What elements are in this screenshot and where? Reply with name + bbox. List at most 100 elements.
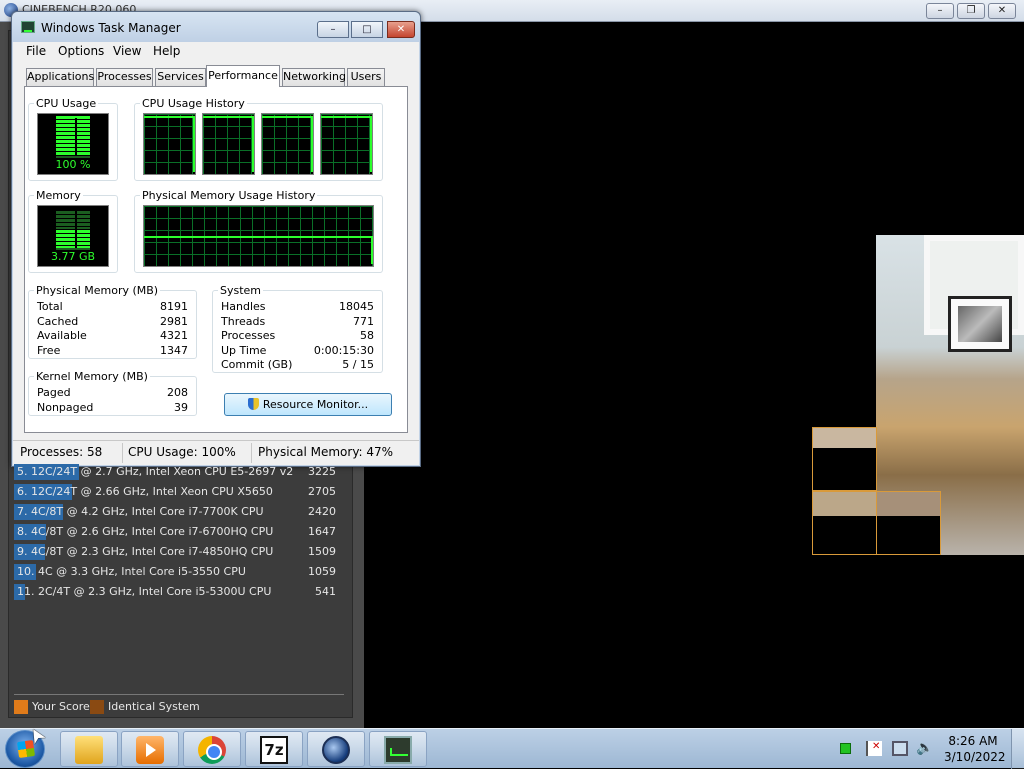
taskbar-task-manager-button[interactable] — [369, 731, 427, 767]
tray-status-icon[interactable] — [840, 743, 851, 754]
memory-group: Memory 3.77 GB — [28, 189, 118, 273]
status-bar: Processes: 58 CPU Usage: 100% Physical M… — [13, 440, 419, 465]
memory-history-graph — [143, 205, 374, 267]
memory-meter: 3.77 GB — [37, 205, 109, 267]
physical-memory-total-row: Total 8191 — [37, 300, 188, 313]
resource-monitor-label: Resource Monitor... — [262, 398, 369, 411]
ranking-score: 2420 — [308, 505, 336, 518]
status-cpu-usage: CPU Usage: 100% — [128, 445, 236, 459]
ranking-score: 1059 — [308, 565, 336, 578]
physical-memory-free-row: Free 1347 — [37, 344, 188, 357]
task-manager-icon — [21, 21, 35, 33]
menu-view[interactable]: View — [113, 44, 141, 58]
cpu-history-graph-core-1 — [143, 113, 196, 175]
physical-memory-group: Physical Memory (MB) Total 8191 Cached 298… — [28, 284, 197, 359]
menu-help[interactable]: Help — [153, 44, 180, 58]
taskbar-media-player-button[interactable] — [121, 731, 179, 767]
task-manager-titlebar[interactable]: Windows Task Manager – □ ✕ — [12, 12, 420, 42]
cpu-history-graph-core-2 — [202, 113, 255, 175]
cinebench-close-button[interactable]: ✕ — [988, 3, 1016, 19]
resource-monitor-button[interactable]: Resource Monitor... — [224, 393, 392, 416]
cpu-meter-fill — [56, 115, 90, 156]
render-picture — [958, 306, 1002, 342]
show-desktop-button[interactable] — [1011, 729, 1024, 769]
physical-memory-cached-row: Cached 2981 — [37, 315, 188, 328]
system-handles-row: Handles 18045 — [221, 300, 374, 313]
media-player-icon — [136, 736, 164, 764]
task-manager-window: Windows Task Manager – □ ✕ File Options … — [11, 11, 421, 467]
render-bucket — [812, 491, 877, 555]
kernel-memory-label: Kernel Memory (MB) — [34, 370, 150, 383]
ranking-score: 541 — [315, 585, 336, 598]
tab-performance[interactable]: Performance — [206, 65, 280, 87]
memory-history-label: Physical Memory Usage History — [140, 189, 318, 202]
render-bucket — [876, 491, 941, 555]
system-label: System — [218, 284, 264, 297]
tab-services[interactable]: Services — [155, 68, 206, 86]
menu-options[interactable]: Options — [58, 44, 104, 58]
ranking-row: 8. 4C/8T @ 2.6 GHz, Intel Core i7-6700HQ… — [14, 523, 338, 541]
ranking-row: 7. 4C/8T @ 4.2 GHz, Intel Core i7-7700K … — [14, 503, 338, 521]
ranking-score: 1509 — [308, 545, 336, 558]
kernel-memory-nonpaged-row: Nonpaged 39 — [37, 401, 188, 414]
menu-bar: File Options View Help — [13, 42, 419, 61]
tab-applications[interactable]: Applications — [26, 68, 94, 86]
cinema4d-icon — [322, 736, 350, 764]
chrome-icon — [198, 736, 226, 764]
window-title: Windows Task Manager — [41, 21, 181, 35]
physical-memory-available-row: Available 4321 — [37, 329, 188, 342]
legend-divider — [14, 694, 344, 695]
cinebench-maximize-button[interactable]: ❐ — [957, 3, 985, 19]
cpu-usage-meter: 100 % — [37, 113, 109, 175]
cpu-history-group: CPU Usage History — [134, 97, 383, 181]
tab-networking[interactable]: Networking — [282, 68, 346, 86]
clock-time[interactable]: 8:26 AM — [944, 734, 1002, 748]
taskbar-explorer-button[interactable] — [60, 731, 118, 767]
identical-system-legend: Identical System — [108, 700, 200, 713]
ranking-label: 6. 12C/24T @ 2.66 GHz, Intel Xeon CPU X5… — [17, 485, 273, 498]
tab-processes[interactable]: Processes — [96, 68, 153, 86]
identical-system-swatch — [90, 700, 104, 714]
clock-date[interactable]: 3/10/2022 — [944, 750, 1006, 764]
ranking-row: 6. 12C/24T @ 2.66 GHz, Intel Xeon CPU X5… — [14, 483, 338, 501]
kernel-memory-paged-row: Paged 208 — [37, 386, 188, 399]
network-icon[interactable] — [892, 741, 908, 756]
volume-icon[interactable]: 🔈 — [916, 741, 933, 756]
tab-users[interactable]: Users — [347, 68, 385, 86]
memory-meter-fill — [56, 229, 90, 248]
uac-shield-icon — [247, 398, 259, 410]
ranking-label: 5. 12C/24T @ 2.7 GHz, Intel Xeon CPU E5-… — [17, 465, 294, 478]
ranking-label: 10. 4C @ 3.3 GHz, Intel Core i5-3550 CPU — [17, 565, 246, 578]
ranking-row: 9. 4C/8T @ 2.3 GHz, Intel Core i7-4850HQ… — [14, 543, 338, 561]
close-button[interactable]: ✕ — [387, 21, 415, 38]
cpu-usage-label: CPU Usage — [34, 97, 99, 110]
system-uptime-row: Up Time 0:00:15:30 — [221, 344, 374, 357]
cpu-history-graph-core-3 — [261, 113, 314, 175]
task-manager-icon — [384, 736, 412, 764]
kernel-memory-group: Kernel Memory (MB) Paged 208 Nonpaged 39 — [28, 370, 197, 416]
system-commit-row: Commit (GB) 5 / 15 — [221, 358, 374, 371]
minimize-button[interactable]: – — [317, 21, 349, 38]
windows-explorer-icon — [75, 736, 103, 764]
ranking-label: 9. 4C/8T @ 2.3 GHz, Intel Core i7-4850HQ… — [17, 545, 274, 558]
cpu-history-label: CPU Usage History — [140, 97, 247, 110]
7zip-icon: 7z — [260, 736, 288, 764]
system-group: System Handles 18045 Threads 771 Processes… — [212, 284, 383, 373]
system-processes-row: Processes 58 — [221, 329, 374, 342]
system-threads-row: Threads 771 — [221, 315, 374, 328]
menu-file[interactable]: File — [26, 44, 46, 58]
cpu-history-graph-core-4 — [320, 113, 373, 175]
ranking-row: 5. 12C/24T @ 2.7 GHz, Intel Xeon CPU E5-… — [14, 463, 338, 481]
taskbar-7zip-button[interactable]: 7z — [245, 731, 303, 767]
cpu-meter-divider — [75, 118, 77, 156]
maximize-button[interactable]: □ — [351, 21, 383, 38]
cpu-usage-group: CPU Usage 100 % — [28, 97, 118, 181]
taskbar-chrome-button[interactable] — [183, 731, 241, 767]
action-center-flag-icon[interactable] — [866, 741, 882, 756]
physical-memory-label: Physical Memory (MB) — [34, 284, 161, 297]
performance-panel: CPU Usage 100 % CPU Usage History Memory — [24, 86, 408, 433]
ranking-label: 7. 4C/8T @ 4.2 GHz, Intel Core i7-7700K … — [17, 505, 264, 518]
ranking-label: 8. 4C/8T @ 2.6 GHz, Intel Core i7-6700HQ… — [17, 525, 274, 538]
cinebench-minimize-button[interactable]: – — [926, 3, 954, 19]
taskbar-cinema4d-button[interactable] — [307, 731, 365, 767]
